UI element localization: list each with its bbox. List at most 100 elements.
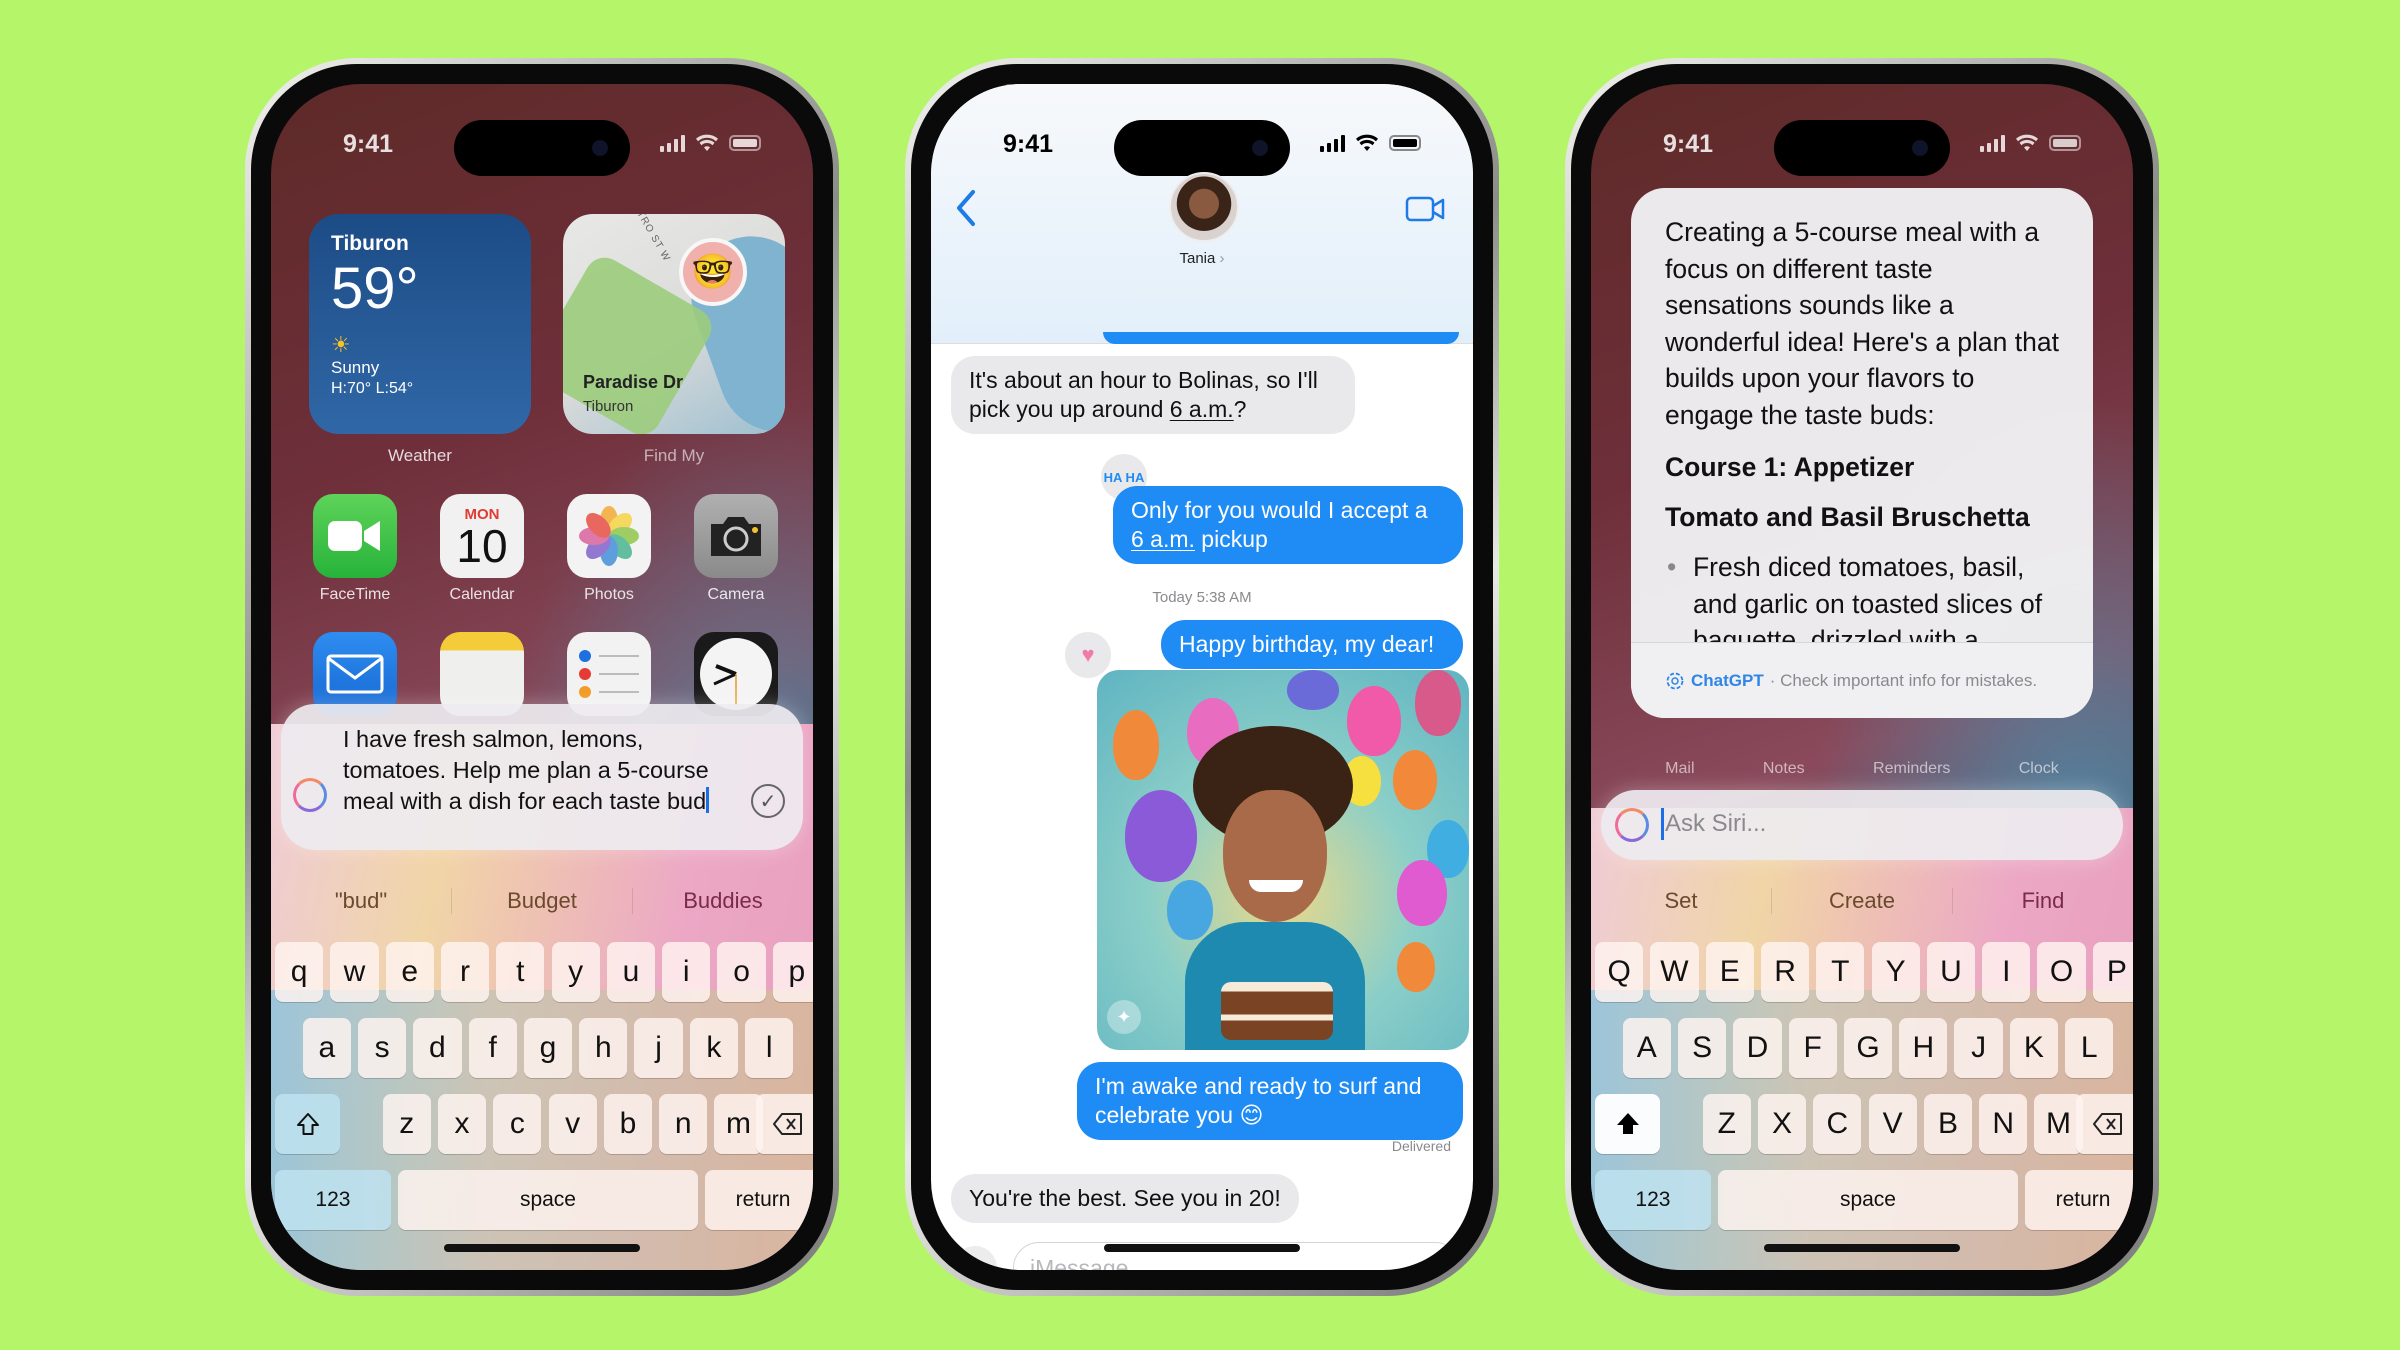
message-bubble-incoming[interactable]: You're the best. See you in 20! [951, 1174, 1299, 1223]
key-u[interactable]: U [1926, 942, 1976, 1002]
contact-name[interactable]: Tania › [931, 250, 1473, 267]
key-o[interactable]: O [2037, 942, 2086, 1002]
space-key[interactable]: space [397, 1170, 699, 1230]
siri-text-input[interactable]: I have fresh salmon, lemons, tomatoes. H… [343, 724, 733, 817]
app-photos[interactable]: Photos [567, 494, 651, 604]
suggestion-item[interactable]: Buddies [632, 888, 813, 914]
key-x[interactable]: X [1757, 1094, 1807, 1154]
return-key[interactable]: return [2025, 1170, 2133, 1230]
key-q[interactable]: Q [1595, 942, 1644, 1002]
key-k[interactable]: k [689, 1018, 739, 1078]
key-o[interactable]: o [717, 942, 766, 1002]
app-label[interactable]: Reminders [1873, 760, 1950, 778]
key-a[interactable]: A [1622, 1018, 1671, 1078]
key-c[interactable]: C [1813, 1094, 1862, 1154]
key-g[interactable]: G [1843, 1018, 1893, 1078]
microphone-icon[interactable] [1430, 1255, 1446, 1270]
dictation-microphone-icon[interactable] [2085, 1256, 2129, 1270]
key-k[interactable]: K [2009, 1018, 2059, 1078]
key-h[interactable]: h [579, 1018, 628, 1078]
key-d[interactable]: D [1733, 1018, 1782, 1078]
key-y[interactable]: y [551, 942, 600, 1002]
numbers-key[interactable]: 123 [275, 1170, 391, 1230]
key-n[interactable]: N [1979, 1094, 2028, 1154]
genmoji-image-attachment[interactable]: ✦ [1097, 670, 1469, 1050]
key-a[interactable]: a [302, 1018, 351, 1078]
home-indicator[interactable] [444, 1244, 640, 1252]
key-j[interactable]: j [634, 1018, 683, 1078]
key-g[interactable]: g [523, 1018, 573, 1078]
key-s[interactable]: s [357, 1018, 407, 1078]
key-w[interactable]: W [1650, 942, 1699, 1002]
key-v[interactable]: V [1868, 1094, 1917, 1154]
key-l[interactable]: l [745, 1018, 794, 1078]
ask-siri-input[interactable]: Ask Siri... [1601, 790, 2123, 860]
key-w[interactable]: w [330, 942, 379, 1002]
contact-avatar[interactable] [1169, 172, 1239, 242]
key-e[interactable]: e [385, 942, 434, 1002]
key-f[interactable]: F [1788, 1018, 1837, 1078]
key-r[interactable]: R [1760, 942, 1810, 1002]
suggestion-item[interactable]: Budget [451, 888, 632, 914]
key-n[interactable]: n [659, 1094, 708, 1154]
submit-check-button[interactable]: ✓ [751, 784, 785, 818]
app-calendar[interactable]: MON 10 Calendar [440, 494, 524, 604]
key-i[interactable]: I [1982, 942, 2031, 1002]
message-bubble-outgoing[interactable]: I'm awake and ready to surf and celebrat… [1077, 1062, 1463, 1140]
emoji-icon[interactable] [1617, 1258, 1661, 1270]
delete-key[interactable] [755, 1094, 813, 1154]
key-p[interactable]: p [772, 942, 813, 1002]
app-facetime[interactable]: FaceTime [313, 494, 397, 604]
key-b[interactable]: b [603, 1094, 653, 1154]
tapback-heart-icon[interactable]: ♥ [1065, 632, 1111, 678]
chatgpt-source-link[interactable]: ChatGPT [1691, 671, 1764, 691]
dictation-microphone-icon[interactable] [765, 1256, 809, 1270]
home-indicator[interactable] [1104, 1244, 1300, 1252]
suggestion-item[interactable]: Find [1952, 888, 2133, 914]
key-t[interactable]: T [1816, 942, 1865, 1002]
key-u[interactable]: u [606, 942, 656, 1002]
key-t[interactable]: t [496, 942, 545, 1002]
key-e[interactable]: E [1705, 942, 1754, 1002]
key-d[interactable]: d [413, 1018, 462, 1078]
space-key[interactable]: space [1717, 1170, 2019, 1230]
key-h[interactable]: H [1899, 1018, 1948, 1078]
key-b[interactable]: B [1923, 1094, 1973, 1154]
message-bubble-outgoing[interactable]: Only for you would I accept a 6 a.m. pic… [1113, 486, 1463, 564]
key-s[interactable]: S [1677, 1018, 1727, 1078]
key-v[interactable]: v [548, 1094, 597, 1154]
message-bubble-incoming[interactable]: It's about an hour to Bolinas, so I'll p… [951, 356, 1355, 434]
app-camera[interactable]: Camera [694, 494, 778, 604]
shift-key[interactable] [275, 1094, 341, 1154]
back-chevron-icon[interactable] [953, 188, 979, 228]
delete-key[interactable] [2075, 1094, 2133, 1154]
app-label[interactable]: Clock [2019, 760, 2059, 778]
video-call-icon[interactable] [1405, 196, 1445, 222]
emoji-icon[interactable] [297, 1258, 341, 1270]
key-c[interactable]: c [493, 1094, 542, 1154]
app-label[interactable]: Notes [1763, 760, 1805, 778]
findmy-widget[interactable]: ENTRO ST W 🤓 Paradise Dr Tiburon [563, 214, 785, 434]
key-z[interactable]: z [382, 1094, 431, 1154]
key-f[interactable]: f [468, 1018, 517, 1078]
return-key[interactable]: return [705, 1170, 813, 1230]
weather-widget[interactable]: Tiburon 59° ☀ Sunny H:70° L:54° [309, 214, 531, 434]
key-z[interactable]: Z [1702, 1094, 1751, 1154]
key-x[interactable]: x [437, 1094, 487, 1154]
siri-input-card[interactable]: I have fresh salmon, lemons, tomatoes. H… [281, 704, 803, 850]
home-indicator[interactable] [1764, 1244, 1960, 1252]
key-y[interactable]: Y [1871, 942, 1920, 1002]
suggestion-item[interactable]: Create [1771, 888, 1952, 914]
suggestion-item[interactable]: Set [1591, 888, 1771, 914]
suggestion-item[interactable]: "bud" [271, 888, 451, 914]
key-q[interactable]: q [275, 942, 324, 1002]
key-i[interactable]: i [662, 942, 711, 1002]
key-p[interactable]: P [2092, 942, 2133, 1002]
key-l[interactable]: L [2065, 1018, 2114, 1078]
app-label[interactable]: Mail [1665, 760, 1694, 778]
shift-key[interactable] [1595, 1094, 1661, 1154]
numbers-key[interactable]: 123 [1595, 1170, 1711, 1230]
key-r[interactable]: r [440, 942, 490, 1002]
key-j[interactable]: J [1954, 1018, 2003, 1078]
message-bubble-outgoing[interactable]: Happy birthday, my dear! [1161, 620, 1463, 669]
